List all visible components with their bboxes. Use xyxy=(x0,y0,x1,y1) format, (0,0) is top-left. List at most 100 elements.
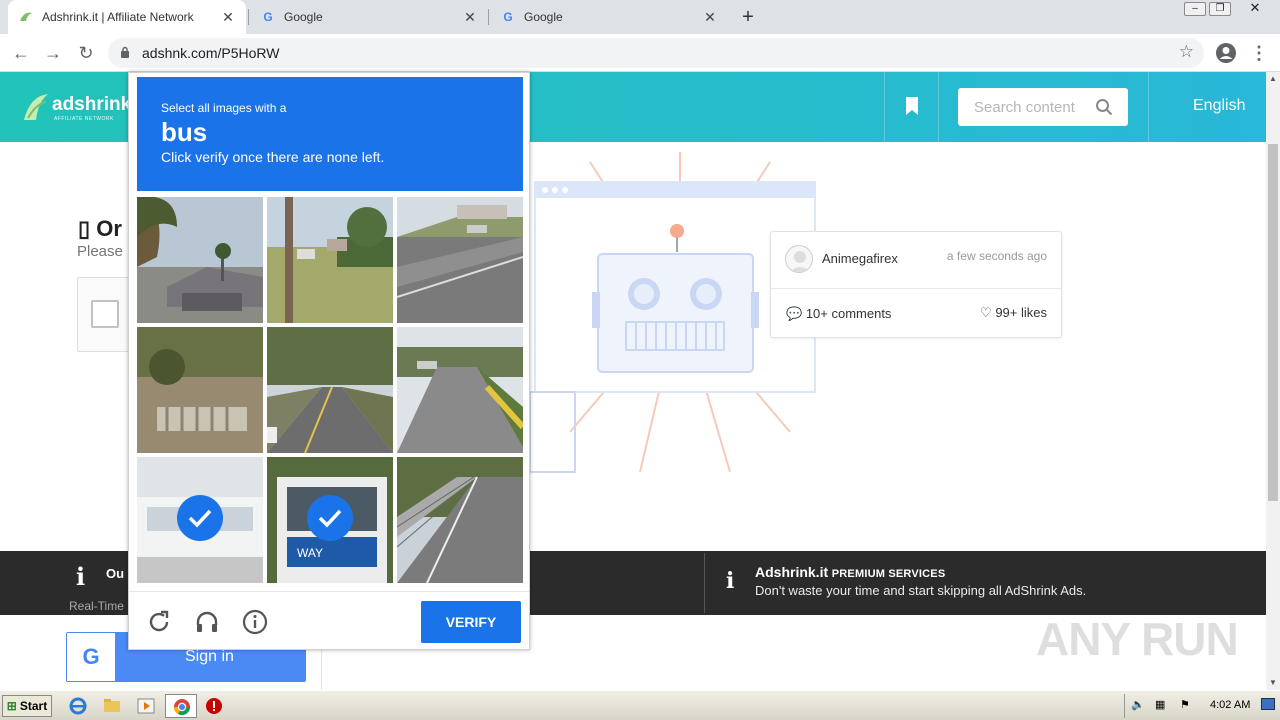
taskbar-chrome-active[interactable] xyxy=(165,694,197,718)
premium-label: PREMIUM SERVICES xyxy=(831,568,946,580)
profile-icon[interactable] xyxy=(1215,42,1237,64)
volume-icon[interactable]: 🔈 xyxy=(1131,698,1145,711)
band-left-title: Ou xyxy=(106,566,125,581)
language-selector[interactable]: English xyxy=(1193,97,1245,115)
close-window-button[interactable]: ✕ xyxy=(1240,1,1270,16)
url-text: adshnk.com/P5HoRW xyxy=(142,45,280,61)
windows-logo-icon: ⊞ xyxy=(6,699,17,713)
challenge-instruction: Click verify once there are none left. xyxy=(161,149,385,165)
tab-adshrink[interactable]: Adshrink.it | Affiliate Network ✕ xyxy=(8,0,246,34)
search-icon[interactable] xyxy=(1095,98,1113,116)
recaptcha-checkbox[interactable] xyxy=(91,300,119,328)
start-label: Start xyxy=(19,699,48,713)
band-left-subtitle: Real-Time xyxy=(69,599,124,613)
lock-icon xyxy=(121,46,129,58)
comment-author: Animegafirex xyxy=(822,251,898,266)
captcha-tile-2[interactable] xyxy=(267,197,393,323)
close-tab-icon[interactable]: ✕ xyxy=(462,9,478,26)
reload-icon[interactable]: ↻ xyxy=(75,42,97,64)
band-divider xyxy=(704,553,705,613)
google-favicon-icon: G xyxy=(263,10,273,24)
recaptcha-challenge: Select all images with a bus Click verif… xyxy=(128,72,530,650)
start-button[interactable]: ⊞ Start xyxy=(2,695,52,717)
likes-count-text: 99+ likes xyxy=(995,305,1047,320)
bookmark-star-icon[interactable]: ☆ xyxy=(1179,42,1194,62)
challenge-target: bus xyxy=(161,117,208,147)
forward-arrow-icon[interactable]: → xyxy=(42,42,64,64)
ie-icon[interactable] xyxy=(68,696,88,716)
restore-button[interactable]: ❐ xyxy=(1209,2,1231,16)
address-bar[interactable]: adshnk.com/P5HoRW ☆ xyxy=(108,38,1204,68)
flag-icon[interactable]: ⚑ xyxy=(1180,698,1190,711)
page-heading: ▯ Or xyxy=(78,216,122,241)
close-tab-icon[interactable]: ✕ xyxy=(702,9,718,26)
search-input[interactable]: Search content xyxy=(958,88,1128,126)
premium-brand: Adshrink.it xyxy=(755,564,829,580)
verify-button[interactable]: VERIFY xyxy=(421,601,521,643)
captcha-tile-3[interactable] xyxy=(397,197,523,323)
page-scrollbar[interactable]: ▲ ▼ xyxy=(1266,72,1280,690)
heart-icon: ♡ xyxy=(980,305,992,320)
selected-check-icon xyxy=(307,495,353,541)
adshrink-favicon-icon xyxy=(18,9,34,25)
search-placeholder: Search content xyxy=(974,99,1075,116)
refresh-icon[interactable] xyxy=(146,609,172,635)
captcha-tile-6[interactable] xyxy=(397,327,523,453)
tab-divider xyxy=(488,9,489,25)
scrollbar-thumb[interactable] xyxy=(1268,144,1278,501)
tab-title: Google xyxy=(524,10,563,24)
tab-google-2[interactable]: G Google ✕ xyxy=(490,0,728,34)
scroll-down-arrow-icon[interactable]: ▼ xyxy=(1269,678,1277,687)
google-favicon-icon: G xyxy=(503,10,513,24)
system-tray: 🔈 ▦ ⚑ 4:02 AM xyxy=(1124,694,1280,718)
stop-icon[interactable] xyxy=(204,696,224,716)
premium-title: Adshrink.it PREMIUM SERVICES xyxy=(755,564,945,580)
headphones-icon[interactable] xyxy=(194,609,220,635)
info-icon: i xyxy=(726,568,735,594)
captcha-tile-8[interactable]: WAY xyxy=(267,457,393,583)
header-divider xyxy=(884,72,885,142)
info-circle-icon[interactable] xyxy=(242,609,268,635)
captcha-tile-9[interactable] xyxy=(397,457,523,583)
info-icon: i xyxy=(76,562,86,591)
comment-bubble-icon: 💬 xyxy=(786,306,803,321)
google-logo-icon: G xyxy=(67,633,115,681)
clock: 4:02 AM xyxy=(1210,699,1251,711)
tab-title: Adshrink.it | Affiliate Network xyxy=(42,10,194,24)
captcha-tile-4[interactable] xyxy=(137,327,263,453)
scroll-up-arrow-icon[interactable]: ▲ xyxy=(1269,74,1277,83)
comment-time: a few seconds ago xyxy=(946,249,1047,263)
minimize-button[interactable]: – xyxy=(1184,2,1206,16)
svg-text:WAY: WAY xyxy=(297,546,323,560)
captcha-tile-5[interactable] xyxy=(267,327,393,453)
show-desktop-icon[interactable] xyxy=(1261,698,1275,710)
tab-google-1[interactable]: G Google ✕ xyxy=(250,0,488,34)
bookmark-icon[interactable] xyxy=(905,97,919,115)
windows-taskbar: ⊞ Start 🔈 ▦ ⚑ 4:02 AM xyxy=(0,690,1280,720)
captcha-tile-7[interactable] xyxy=(137,457,263,583)
captcha-tile-1[interactable] xyxy=(137,197,263,323)
chrome-icon xyxy=(173,699,191,716)
tab-divider xyxy=(248,9,249,25)
back-arrow-icon[interactable]: ← xyxy=(10,42,32,64)
avatar xyxy=(785,245,813,273)
close-tab-icon[interactable]: ✕ xyxy=(220,9,236,26)
tab-title: Google xyxy=(284,10,323,24)
browser-toolbar: ← → ↻ adshnk.com/P5HoRW ☆ ⋮ xyxy=(0,34,1280,72)
page-heading-text: Or xyxy=(96,216,122,241)
folder-icon[interactable] xyxy=(102,696,122,716)
network-icon[interactable]: ▦ xyxy=(1155,698,1165,711)
menu-kebab-icon[interactable]: ⋮ xyxy=(1248,42,1270,64)
card-divider xyxy=(771,288,1061,289)
media-player-icon[interactable] xyxy=(136,696,156,716)
challenge-footer: VERIFY xyxy=(129,591,529,649)
browser-tab-strip: Adshrink.it | Affiliate Network ✕ G Goog… xyxy=(0,0,1280,34)
comment-card: Animegafirex a few seconds ago 💬 10+ com… xyxy=(770,231,1062,338)
premium-description: Don't waste your time and start skipping… xyxy=(755,583,1087,598)
likes-count: ♡ 99+ likes xyxy=(980,305,1047,321)
challenge-prompt: Select all images with a xyxy=(161,101,287,115)
comments-count: 💬 10+ comments xyxy=(786,306,891,322)
header-divider xyxy=(1148,72,1149,142)
new-tab-button[interactable]: + xyxy=(738,5,758,29)
challenge-header: Select all images with a bus Click verif… xyxy=(137,77,523,191)
